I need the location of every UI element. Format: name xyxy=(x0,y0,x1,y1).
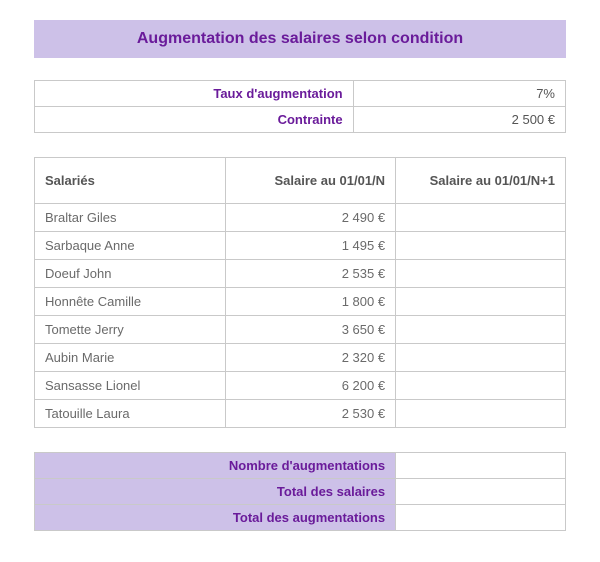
employee-salary-n1 xyxy=(396,372,566,400)
employee-name: Braltar Giles xyxy=(35,204,226,232)
employee-name: Aubin Marie xyxy=(35,344,226,372)
employee-name: Honnête Camille xyxy=(35,288,226,316)
table-row: Tatouille Laura2 530 € xyxy=(35,400,566,428)
employee-salary-n1 xyxy=(396,400,566,428)
header-salary-n: Salaire au 01/01/N xyxy=(226,158,396,204)
employee-salary-n1 xyxy=(396,232,566,260)
employee-salary-n1 xyxy=(396,204,566,232)
employee-salary-n1 xyxy=(396,288,566,316)
summary-table: Nombre d'augmentations Total des salaire… xyxy=(34,452,566,531)
summary-row-total-raises: Total des augmentations xyxy=(35,505,566,531)
table-row: Doeuf John2 535 € xyxy=(35,260,566,288)
employee-salary-n1 xyxy=(396,316,566,344)
employee-salary-n1 xyxy=(396,344,566,372)
employee-salary-n: 2 320 € xyxy=(226,344,396,372)
total-raises-label: Total des augmentations xyxy=(35,505,396,531)
employee-name: Sarbaque Anne xyxy=(35,232,226,260)
header-salary-n1: Salaire au 01/01/N+1 xyxy=(396,158,566,204)
employee-salary-n1 xyxy=(396,260,566,288)
employee-name: Tatouille Laura xyxy=(35,400,226,428)
table-row: Honnête Camille1 800 € xyxy=(35,288,566,316)
employees-table: Salariés Salaire au 01/01/N Salaire au 0… xyxy=(34,157,566,428)
rate-label: Taux d'augmentation xyxy=(35,81,354,107)
title-bar: Augmentation des salaires selon conditio… xyxy=(34,20,566,58)
table-row: Sarbaque Anne1 495 € xyxy=(35,232,566,260)
employee-name: Doeuf John xyxy=(35,260,226,288)
employee-name: Sansasse Lionel xyxy=(35,372,226,400)
employee-salary-n: 2 490 € xyxy=(226,204,396,232)
count-label: Nombre d'augmentations xyxy=(35,453,396,479)
constraint-value: 2 500 € xyxy=(353,107,565,133)
total-raises-value xyxy=(396,505,566,531)
page-title: Augmentation des salaires selon conditio… xyxy=(137,30,463,47)
employee-salary-n: 1 495 € xyxy=(226,232,396,260)
table-row: Tomette Jerry3 650 € xyxy=(35,316,566,344)
header-employee: Salariés xyxy=(35,158,226,204)
param-row-constraint: Contrainte 2 500 € xyxy=(35,107,566,133)
employee-salary-n: 3 650 € xyxy=(226,316,396,344)
total-salaries-label: Total des salaires xyxy=(35,479,396,505)
rate-value: 7% xyxy=(353,81,565,107)
employee-salary-n: 2 530 € xyxy=(226,400,396,428)
employee-salary-n: 6 200 € xyxy=(226,372,396,400)
employee-name: Tomette Jerry xyxy=(35,316,226,344)
params-table: Taux d'augmentation 7% Contrainte 2 500 … xyxy=(34,80,566,133)
total-salaries-value xyxy=(396,479,566,505)
summary-row-total-salaries: Total des salaires xyxy=(35,479,566,505)
employee-salary-n: 2 535 € xyxy=(226,260,396,288)
table-row: Aubin Marie2 320 € xyxy=(35,344,566,372)
count-value xyxy=(396,453,566,479)
constraint-label: Contrainte xyxy=(35,107,354,133)
summary-row-count: Nombre d'augmentations xyxy=(35,453,566,479)
table-row: Sansasse Lionel6 200 € xyxy=(35,372,566,400)
employee-salary-n: 1 800 € xyxy=(226,288,396,316)
table-row: Braltar Giles2 490 € xyxy=(35,204,566,232)
param-row-rate: Taux d'augmentation 7% xyxy=(35,81,566,107)
